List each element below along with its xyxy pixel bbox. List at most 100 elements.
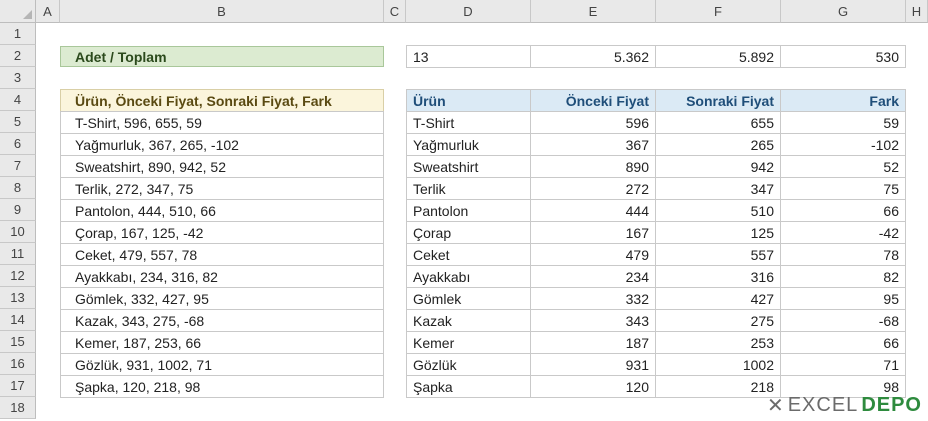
summary-label-cell[interactable]: Adet / Toplam <box>60 46 384 67</box>
table-cell[interactable]: 95 <box>780 287 906 310</box>
summary-total-prev-cell[interactable]: 5.362 <box>530 45 656 68</box>
column-header-c[interactable]: C <box>384 0 406 23</box>
table-cell[interactable]: Sweatshirt <box>406 155 531 178</box>
summary-total-diff-cell[interactable]: 530 <box>780 45 906 68</box>
row-header-3[interactable]: 3 <box>0 67 36 89</box>
table-cell[interactable]: Ceket <box>406 243 531 266</box>
table-header-1[interactable]: Önceki Fiyat <box>530 89 656 112</box>
table-cell[interactable]: 66 <box>780 331 906 354</box>
table-cell[interactable]: Çorap <box>406 221 531 244</box>
table-cell[interactable]: 479 <box>530 243 656 266</box>
source-row-cell[interactable]: Kemer, 187, 253, 66 <box>60 331 384 354</box>
table-cell[interactable]: Şapka <box>406 375 531 398</box>
table-cell[interactable]: 596 <box>530 111 656 134</box>
row-header-6[interactable]: 6 <box>0 133 36 155</box>
table-cell[interactable]: 82 <box>780 265 906 288</box>
table-cell[interactable]: 120 <box>530 375 656 398</box>
source-row-cell[interactable]: Şapka, 120, 218, 98 <box>60 375 384 398</box>
table-cell[interactable]: 71 <box>780 353 906 376</box>
column-header-b[interactable]: B <box>60 0 384 23</box>
table-cell[interactable]: Ayakkabı <box>406 265 531 288</box>
row-header-11[interactable]: 11 <box>0 243 36 265</box>
column-header-h[interactable]: H <box>906 0 928 23</box>
table-cell[interactable]: 59 <box>780 111 906 134</box>
source-row-cell[interactable]: Gözlük, 931, 1002, 71 <box>60 353 384 376</box>
source-row-cell[interactable]: Ceket, 479, 557, 78 <box>60 243 384 266</box>
table-cell[interactable]: 265 <box>655 133 781 156</box>
row-header-8[interactable]: 8 <box>0 177 36 199</box>
table-cell[interactable]: -68 <box>780 309 906 332</box>
source-row-cell[interactable]: T-Shirt, 596, 655, 59 <box>60 111 384 134</box>
table-cell[interactable]: 125 <box>655 221 781 244</box>
table-cell[interactable]: 347 <box>655 177 781 200</box>
column-header-e[interactable]: E <box>531 0 656 23</box>
row-header-7[interactable]: 7 <box>0 155 36 177</box>
table-cell[interactable]: 187 <box>530 331 656 354</box>
row-header-2[interactable]: 2 <box>0 45 36 67</box>
row-header-13[interactable]: 13 <box>0 287 36 309</box>
table-cell[interactable]: Gömlek <box>406 287 531 310</box>
source-row-cell[interactable]: Kazak, 343, 275, -68 <box>60 309 384 332</box>
table-cell[interactable]: T-Shirt <box>406 111 531 134</box>
select-all-corner[interactable] <box>0 0 36 23</box>
table-cell[interactable]: 890 <box>530 155 656 178</box>
table-cell[interactable]: Terlik <box>406 177 531 200</box>
source-header-cell[interactable]: Ürün, Önceki Fiyat, Sonraki Fiyat, Fark <box>60 89 384 112</box>
summary-count-cell[interactable]: 13 <box>406 45 531 68</box>
table-header-3[interactable]: Fark <box>780 89 906 112</box>
table-cell[interactable]: 367 <box>530 133 656 156</box>
table-header-0[interactable]: Ürün <box>406 89 531 112</box>
table-cell[interactable]: 253 <box>655 331 781 354</box>
table-cell[interactable]: 655 <box>655 111 781 134</box>
source-row-cell[interactable]: Çorap, 167, 125, -42 <box>60 221 384 244</box>
table-cell[interactable]: 272 <box>530 177 656 200</box>
table-cell[interactable]: 332 <box>530 287 656 310</box>
column-header-f[interactable]: F <box>656 0 781 23</box>
table-cell[interactable]: -102 <box>780 133 906 156</box>
row-header-9[interactable]: 9 <box>0 199 36 221</box>
table-cell[interactable]: -42 <box>780 221 906 244</box>
table-cell[interactable]: Kemer <box>406 331 531 354</box>
table-cell[interactable]: 1002 <box>655 353 781 376</box>
table-cell[interactable]: 427 <box>655 287 781 310</box>
row-header-14[interactable]: 14 <box>0 309 36 331</box>
table-cell[interactable]: 52 <box>780 155 906 178</box>
row-header-15[interactable]: 15 <box>0 331 36 353</box>
column-header-g[interactable]: G <box>781 0 906 23</box>
table-cell[interactable]: 557 <box>655 243 781 266</box>
summary-total-next-cell[interactable]: 5.892 <box>655 45 781 68</box>
source-row-cell[interactable]: Pantolon, 444, 510, 66 <box>60 199 384 222</box>
table-cell[interactable]: Kazak <box>406 309 531 332</box>
table-cell[interactable]: Gözlük <box>406 353 531 376</box>
table-cell[interactable]: 942 <box>655 155 781 178</box>
table-cell[interactable]: 218 <box>655 375 781 398</box>
row-header-18[interactable]: 18 <box>0 397 36 419</box>
table-cell[interactable]: 275 <box>655 309 781 332</box>
row-header-17[interactable]: 17 <box>0 375 36 397</box>
column-header-a[interactable]: A <box>36 0 60 23</box>
table-header-2[interactable]: Sonraki Fiyat <box>655 89 781 112</box>
source-row-cell[interactable]: Yağmurluk, 367, 265, -102 <box>60 133 384 156</box>
row-header-5[interactable]: 5 <box>0 111 36 133</box>
row-header-4[interactable]: 4 <box>0 89 36 111</box>
row-header-10[interactable]: 10 <box>0 221 36 243</box>
source-row-cell[interactable]: Gömlek, 332, 427, 95 <box>60 287 384 310</box>
table-cell[interactable]: 66 <box>780 199 906 222</box>
table-cell[interactable]: 444 <box>530 199 656 222</box>
row-header-16[interactable]: 16 <box>0 353 36 375</box>
table-cell[interactable]: 316 <box>655 265 781 288</box>
table-cell[interactable]: 931 <box>530 353 656 376</box>
table-cell[interactable]: Pantolon <box>406 199 531 222</box>
table-cell[interactable]: 343 <box>530 309 656 332</box>
table-cell[interactable]: 234 <box>530 265 656 288</box>
table-cell[interactable]: 510 <box>655 199 781 222</box>
source-row-cell[interactable]: Terlik, 272, 347, 75 <box>60 177 384 200</box>
source-row-cell[interactable]: Sweatshirt, 890, 942, 52 <box>60 155 384 178</box>
source-row-cell[interactable]: Ayakkabı, 234, 316, 82 <box>60 265 384 288</box>
row-header-1[interactable]: 1 <box>0 23 36 45</box>
table-cell[interactable]: 75 <box>780 177 906 200</box>
table-cell[interactable]: 78 <box>780 243 906 266</box>
table-cell[interactable]: Yağmurluk <box>406 133 531 156</box>
table-cell[interactable]: 167 <box>530 221 656 244</box>
column-header-d[interactable]: D <box>406 0 531 23</box>
